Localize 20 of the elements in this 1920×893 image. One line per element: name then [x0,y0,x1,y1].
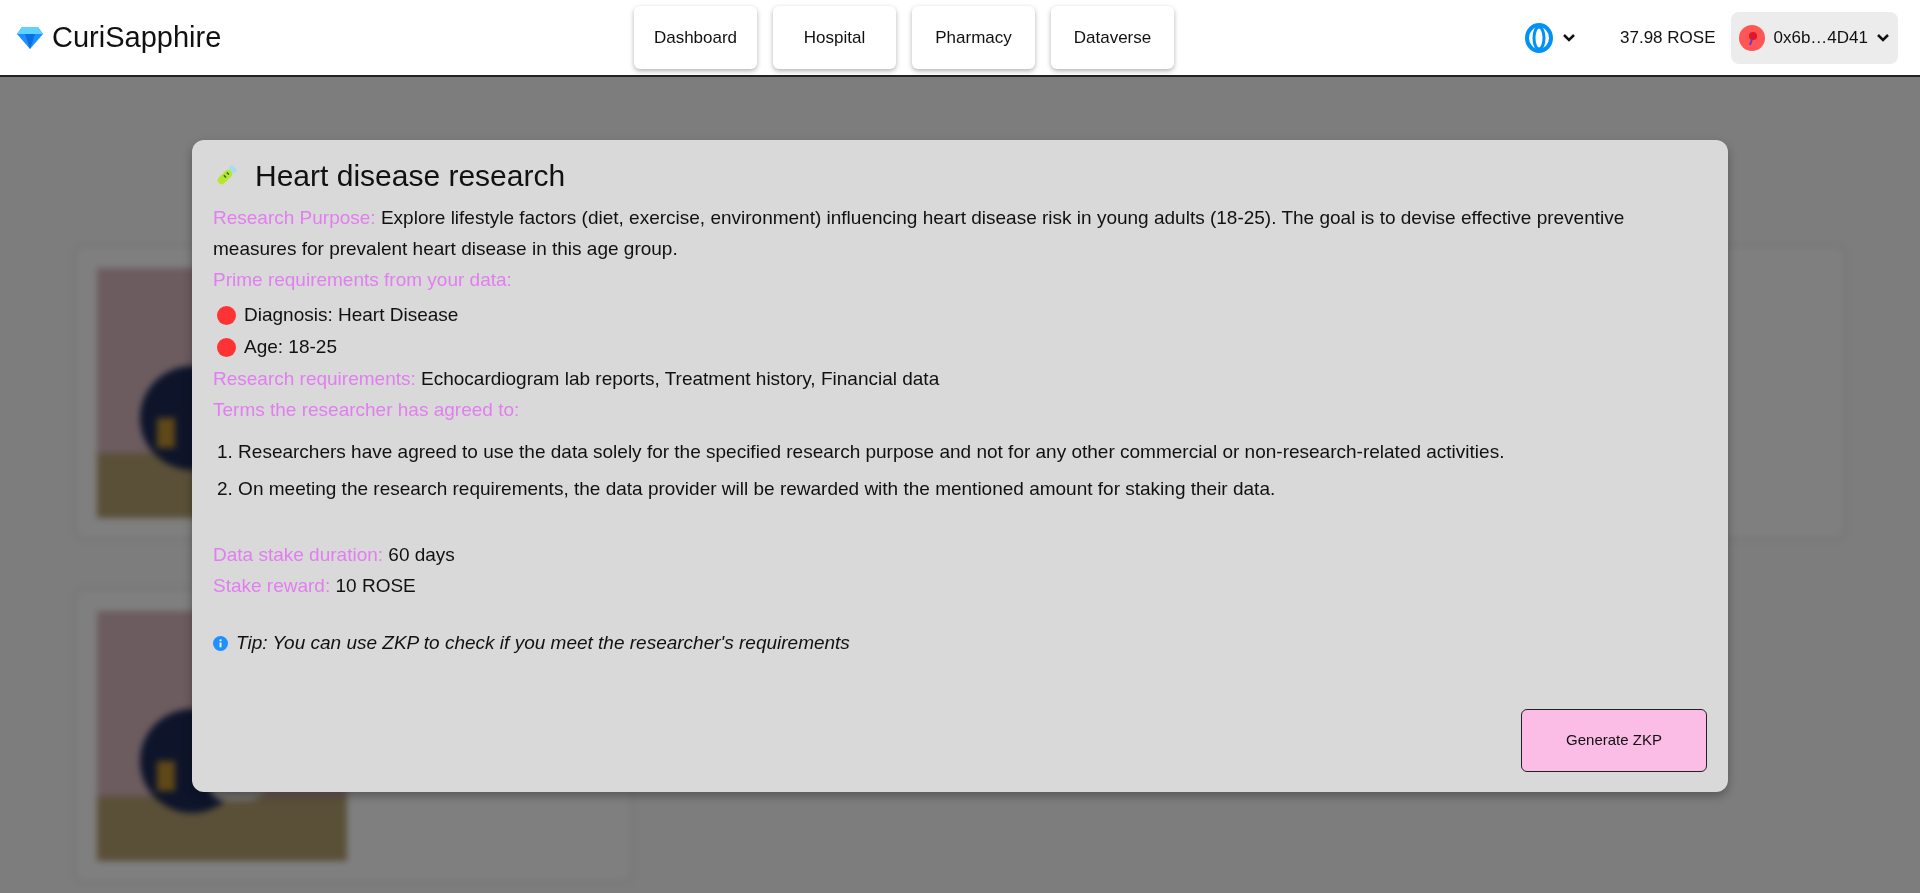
research-requirements-text: Research requirements: Echocardiogram lab reports, Treatment history, Financial data [213,367,941,391]
generate-zkp-button[interactable]: Generate ZKP [1521,709,1707,772]
requirement-text: Age: 18-25 [244,335,337,359]
term-text: 1. Researchers have agreed to use the data solely for the specified research purpose and not for any other commercial or non-research-related activities. [217,440,1506,464]
stake-reward-text: Stake reward: 10 ROSE [213,574,417,598]
stake-duration-text: Data stake duration: 60 days [213,543,456,567]
dialog-title: Heart disease research [255,158,566,194]
term-text: 2. On meeting the research requirements, the data provider will be rewarded with the mentioned amount for staking their data. [217,477,1277,501]
app-logo-text[interactable]: CuriSapphire [52,15,222,60]
balance-text: 37.98 ROSE [1620,26,1716,49]
section-label: Prime requirements from your data: [213,268,513,292]
nav-button[interactable]: Dashboard [634,6,757,69]
research-purpose-text: Research Purpose: Explore lifestyle factors (diet, exercise, environment) influencing heart disease risk in young adults (18-25). The goal is to devise effective preventive measures for prevalent heart disease in this age group. [213,206,1626,261]
nav-button[interactable]: Pharmacy [912,6,1035,69]
tip-text: Tip: You can use ZKP to check if you meet the researcher's requirements [236,631,850,655]
requirement-text: Diagnosis: Heart Disease [244,303,459,327]
section-label: Terms the researcher has agreed to: [213,398,521,422]
account-button[interactable]: 0x6b…4D41 [1731,11,1898,64]
nav-button[interactable]: Hospital [773,6,896,69]
nav-button[interactable]: Dataverse [1051,6,1174,69]
